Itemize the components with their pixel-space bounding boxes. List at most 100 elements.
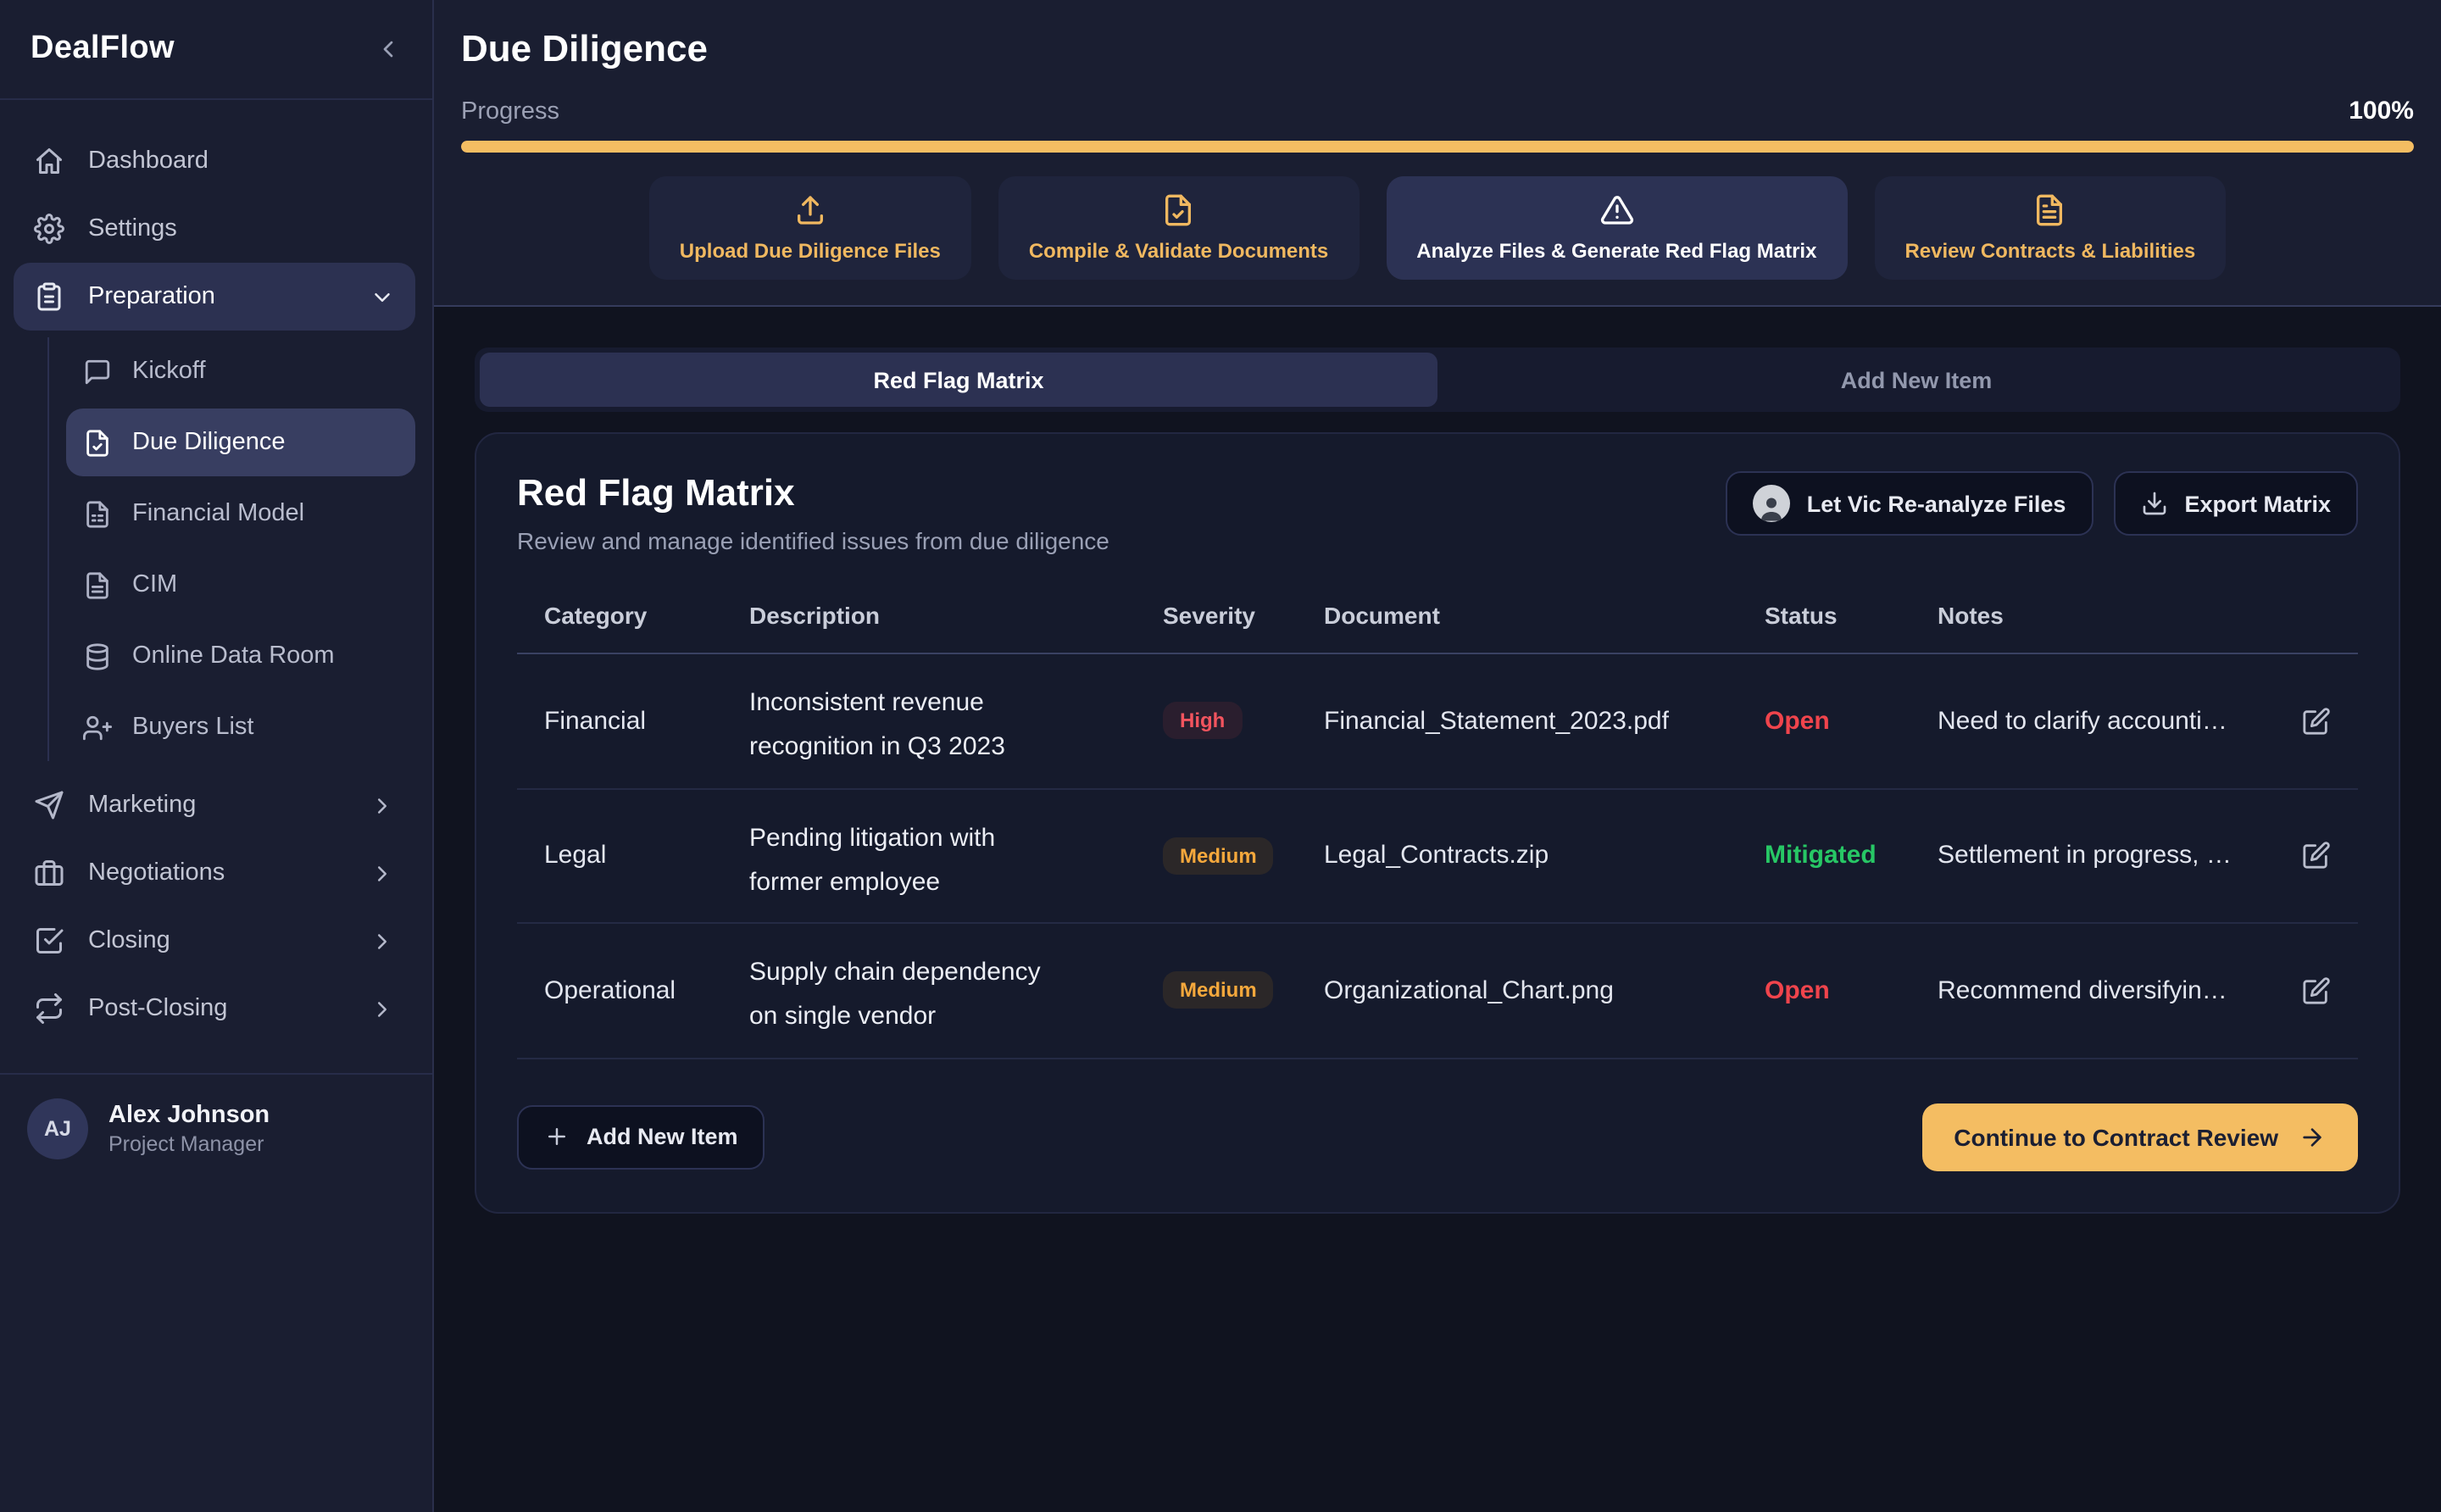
page-header: Due Diligence Progress 100% Upload Due D… — [434, 0, 2441, 307]
swap-arrows-icon — [34, 993, 64, 1024]
sidebar-item-label: Buyers List — [132, 714, 253, 741]
gear-icon — [34, 214, 64, 244]
export-matrix-button[interactable]: Export Matrix — [2113, 471, 2358, 536]
progress-bar — [461, 141, 2414, 153]
notes-text: Need to clarify accounti… — [1938, 707, 2227, 736]
content-area: Red Flag Matrix Add New Item Red Flag Ma… — [434, 307, 2441, 1512]
cell-status: Mitigated — [1738, 789, 1910, 924]
sidebar-item-dashboard[interactable]: Dashboard — [14, 127, 415, 195]
download-icon — [2140, 490, 2167, 517]
card-title: Red Flag Matrix — [517, 471, 1109, 515]
clipboard-icon — [34, 281, 64, 312]
step-upload-files[interactable]: Upload Due Diligence Files — [649, 176, 971, 280]
home-icon — [34, 146, 64, 176]
cell-description: Inconsistent revenue recognition in Q3 2… — [722, 654, 1136, 789]
cell-category: Financial — [517, 654, 722, 789]
check-square-icon — [34, 926, 64, 956]
sidebar-item-financial-model[interactable]: Financial Model — [66, 480, 415, 548]
cell-category: Operational — [517, 924, 722, 1059]
column-header-category: Category — [517, 585, 722, 654]
sidebar-item-label: Due Diligence — [132, 429, 286, 456]
plus-icon — [544, 1124, 570, 1149]
chat-bubble-icon — [83, 357, 112, 386]
status-text: Open — [1765, 976, 1830, 1005]
add-new-item-button[interactable]: Add New Item — [517, 1104, 765, 1169]
continue-button[interactable]: Continue to Contract Review — [1921, 1103, 2358, 1170]
sidebar-collapse-button[interactable] — [375, 36, 402, 63]
card-header: Red Flag Matrix Review and manage identi… — [517, 471, 2358, 554]
column-header-status: Status — [1738, 585, 1910, 654]
status-text: Mitigated — [1765, 842, 1877, 870]
workflow-steps: Upload Due Diligence Files Compile & Val… — [461, 176, 2414, 280]
page-title: Due Diligence — [461, 27, 2414, 71]
briefcase-icon — [34, 858, 64, 888]
step-compile-validate[interactable]: Compile & Validate Documents — [998, 176, 1359, 280]
sidebar-item-online-data-room[interactable]: Online Data Room — [66, 622, 415, 690]
chevron-right-icon — [370, 928, 395, 953]
sidebar-item-settings[interactable]: Settings — [14, 195, 415, 263]
tab-add-new-item[interactable]: Add New Item — [1437, 353, 2395, 407]
column-header-description: Description — [722, 585, 1136, 654]
sidebar-item-post-closing[interactable]: Post-Closing — [14, 975, 415, 1042]
chevron-down-icon — [370, 284, 395, 309]
cell-category: Legal — [517, 789, 722, 924]
user-avatar: AJ — [27, 1098, 88, 1159]
cell-document: Organizational_Chart.png — [1297, 924, 1738, 1059]
sidebar-item-kickoff[interactable]: Kickoff — [66, 337, 415, 405]
chevron-left-icon — [375, 36, 402, 63]
tab-red-flag-matrix[interactable]: Red Flag Matrix — [480, 353, 1437, 407]
sidebar-item-buyers-list[interactable]: Buyers List — [66, 693, 415, 761]
notes-text: Recommend diversifyin… — [1938, 976, 2227, 1005]
reanalyze-label: Let Vic Re-analyze Files — [1807, 491, 2066, 516]
severity-badge: High — [1163, 703, 1242, 740]
status-text: Open — [1765, 707, 1830, 736]
cell-status: Open — [1738, 654, 1910, 789]
sidebar-header: DealFlow — [0, 0, 432, 100]
sidebar-item-negotiations[interactable]: Negotiations — [14, 839, 415, 907]
step-label: Analyze Files & Generate Red Flag Matrix — [1416, 239, 1816, 263]
database-icon — [83, 642, 112, 670]
column-header-document: Document — [1297, 585, 1738, 654]
app-logo: DealFlow — [31, 31, 175, 68]
sidebar-item-marketing[interactable]: Marketing — [14, 771, 415, 839]
card-actions: Let Vic Re-analyze Files Export Matrix — [1726, 471, 2358, 536]
edit-note-button[interactable] — [2302, 707, 2331, 736]
file-check-icon — [1162, 193, 1196, 227]
column-header-notes: Notes — [1910, 585, 2358, 654]
user-profile: AJ Alex Johnson Project Manager — [0, 1075, 432, 1183]
tab-bar: Red Flag Matrix Add New Item — [475, 347, 2400, 412]
sidebar-item-label: Negotiations — [88, 859, 225, 887]
edit-note-button[interactable] — [2302, 842, 2331, 870]
preparation-subnav: Kickoff Due Diligence Financial Model CI… — [47, 337, 415, 761]
step-analyze-red-flag[interactable]: Analyze Files & Generate Red Flag Matrix — [1386, 176, 1847, 280]
edit-note-button[interactable] — [2302, 976, 2331, 1005]
sidebar-item-cim[interactable]: CIM — [66, 551, 415, 619]
step-label: Review Contracts & Liabilities — [1904, 239, 2195, 263]
sidebar-item-preparation[interactable]: Preparation — [14, 263, 415, 331]
sidebar-item-label: Online Data Room — [132, 642, 335, 670]
person-icon — [1756, 492, 1787, 522]
cell-status: Open — [1738, 924, 1910, 1059]
progress-row: Progress 100% — [461, 97, 2414, 125]
notes-text: Settlement in progress, … — [1938, 842, 2232, 870]
sidebar-item-label: Dashboard — [88, 147, 209, 175]
sidebar-item-label: Marketing — [88, 792, 196, 819]
step-label: Upload Due Diligence Files — [680, 239, 941, 263]
cell-notes: Need to clarify accounti… — [1910, 654, 2358, 789]
file-spreadsheet-icon — [83, 499, 112, 528]
sidebar-item-label: CIM — [132, 571, 177, 598]
user-role: Project Manager — [108, 1132, 270, 1156]
sidebar-nav: Dashboard Settings Preparation Kickoff — [0, 100, 432, 1042]
chevron-right-icon — [370, 996, 395, 1021]
sidebar-item-label: Kickoff — [132, 358, 206, 385]
add-new-item-label: Add New Item — [587, 1124, 738, 1149]
sidebar-item-closing[interactable]: Closing — [14, 907, 415, 975]
reanalyze-button[interactable]: Let Vic Re-analyze Files — [1726, 471, 2093, 536]
step-review-contracts[interactable]: Review Contracts & Liabilities — [1874, 176, 2226, 280]
sidebar-item-due-diligence[interactable]: Due Diligence — [66, 409, 415, 476]
cell-document: Financial_Statement_2023.pdf — [1297, 654, 1738, 789]
vic-avatar — [1753, 485, 1790, 522]
warning-triangle-icon — [1599, 193, 1633, 227]
sidebar-item-label: Closing — [88, 927, 170, 954]
arrow-right-icon — [2299, 1123, 2326, 1150]
